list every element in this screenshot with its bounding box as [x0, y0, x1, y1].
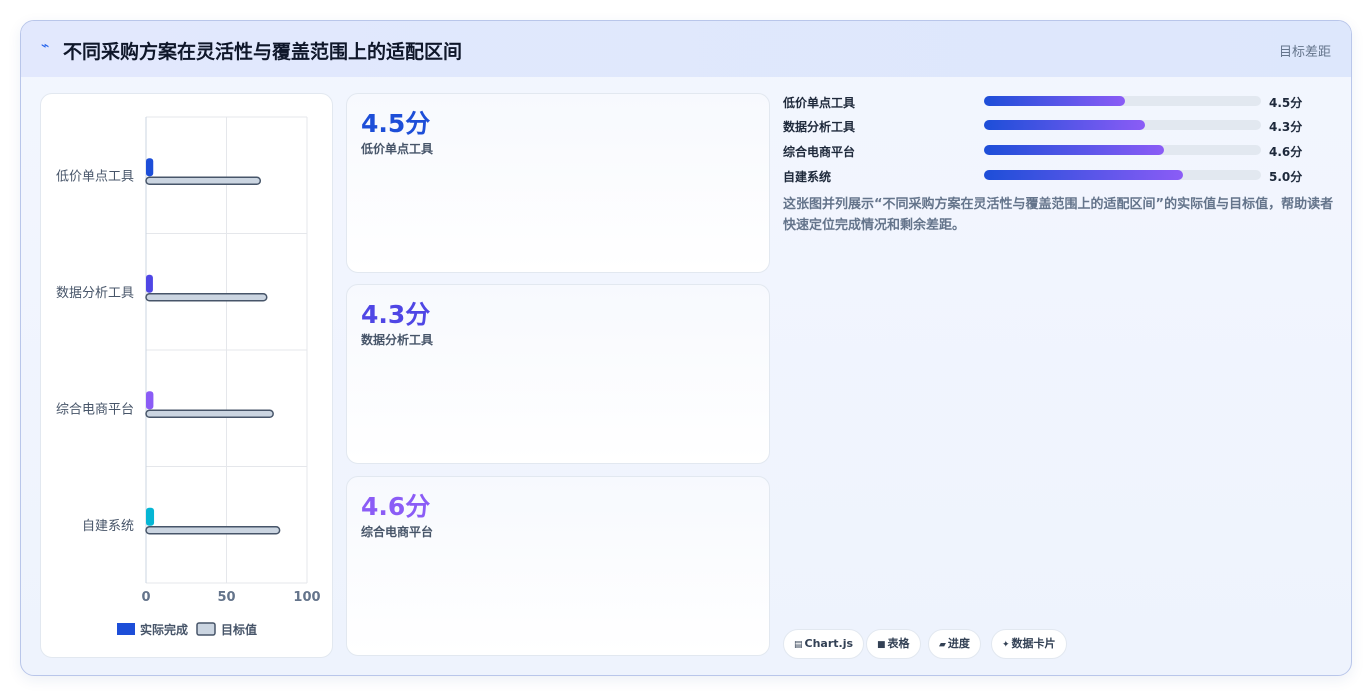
kpi-value: 4.5分 — [361, 109, 431, 138]
actual-bar — [146, 391, 154, 410]
progress-label: 低价单点工具 — [783, 96, 856, 110]
chip-label: 表格 — [887, 637, 910, 650]
x-tick-label: 100 — [293, 590, 320, 605]
bar-chart-card: 0 50 100 低价单点工具 数据分析工具 综合电商平台自建系统实际完成 目标值 — [40, 93, 333, 658]
progress-track — [984, 145, 1261, 155]
progress-fill — [984, 120, 1145, 130]
panel-title: 不同采购方案在灵活性与覆盖范围上的适配区间 — [63, 41, 463, 63]
legend-label-target: 目标值 — [221, 622, 257, 637]
progress-fill — [984, 170, 1184, 180]
chart-description: 这张图并列展示“不同采购方案在灵活性与覆盖范围上的适配区间”的实际值与目标值，帮… — [783, 197, 1334, 233]
kpi-label: 低价单点工具 — [361, 142, 434, 156]
target-bar — [145, 409, 274, 418]
progress-fill — [984, 96, 1126, 106]
progress-value: 4.5分 — [1269, 96, 1303, 110]
target-gap-label: 目标差距 — [1278, 45, 1331, 60]
actual-bar — [146, 274, 153, 293]
kpi-label: 综合电商平台 — [361, 525, 434, 539]
kpi-card: 4.3分数据分析工具 — [346, 284, 770, 464]
legend-swatch-actual — [117, 623, 135, 635]
bar-chart: 0 50 100 低价单点工具数据分析工具综合电商平台自建系统实际完成 目标值 — [56, 116, 321, 637]
y-category-label: 数据分析工具 — [56, 286, 134, 301]
progress-track — [984, 170, 1261, 180]
progress-track — [984, 120, 1261, 130]
progress-row: 自建系统 5.0分 — [783, 168, 1323, 186]
y-category-label: 自建系统 — [82, 519, 134, 534]
legend-label-actual: 实际完成 — [140, 622, 188, 637]
table-icon: ■ — [877, 640, 886, 650]
target-bar — [145, 526, 281, 535]
actual-bar — [146, 158, 154, 177]
kpi-label: 数据分析工具 — [361, 333, 434, 347]
progress-row: 低价单点工具 4.5分 — [783, 94, 1323, 112]
target-bar — [145, 293, 268, 302]
chip-table[interactable]: ■ 表格 — [866, 629, 921, 659]
progress-label: 数据分析工具 — [783, 120, 856, 134]
target-bar — [145, 176, 262, 185]
progress-label: 综合电商平台 — [783, 145, 856, 159]
y-category-label: 低价单点工具 — [56, 169, 134, 184]
progress-value: 4.6分 — [1269, 145, 1303, 159]
actual-bar — [146, 507, 155, 526]
legend-swatch-target — [196, 622, 216, 636]
chart-icon: ▤ — [794, 640, 803, 650]
card-icon: ✦ — [1002, 640, 1010, 650]
dashboard-panel: ⌁ 不同采购方案在灵活性与覆盖范围上的适配区间 目标差距 0 50 100 低价单点工… — [20, 20, 1352, 676]
progress-value: 5.0分 — [1269, 170, 1303, 184]
kpi-value: 4.6分 — [361, 492, 431, 521]
x-tick-label: 50 — [217, 590, 235, 605]
panel-header: ⌁ 不同采购方案在灵活性与覆盖范围上的适配区间 目标差距 — [21, 21, 1351, 77]
chip-chart[interactable]: ▤ Chart.js — [783, 629, 865, 659]
chip-label: 数据卡片 — [1011, 637, 1056, 650]
progress-value: 4.3分 — [1269, 120, 1303, 134]
chart-line-icon: ⌁ — [41, 38, 50, 54]
x-tick-label: 0 — [141, 590, 150, 605]
chip-label: Chart.js — [804, 637, 854, 650]
progress-track — [984, 96, 1261, 106]
progress-row: 数据分析工具 4.3分 — [783, 118, 1323, 136]
progress-row: 综合电商平台 4.6分 — [783, 143, 1323, 161]
chip-label: 进度 — [947, 637, 970, 650]
chip-progress[interactable]: ▰ 进度 — [928, 629, 981, 659]
kpi-value: 4.3分 — [361, 300, 431, 329]
kpi-card: 4.6分综合电商平台 — [346, 476, 770, 656]
progress-icon: ▰ — [939, 640, 946, 650]
chip-card[interactable]: ✦ 数据卡片 — [991, 629, 1067, 659]
y-category-label: 综合电商平台 — [56, 402, 134, 417]
progress-label: 自建系统 — [783, 170, 832, 184]
progress-fill — [984, 145, 1165, 155]
kpi-card: 4.5分低价单点工具 — [346, 93, 770, 273]
